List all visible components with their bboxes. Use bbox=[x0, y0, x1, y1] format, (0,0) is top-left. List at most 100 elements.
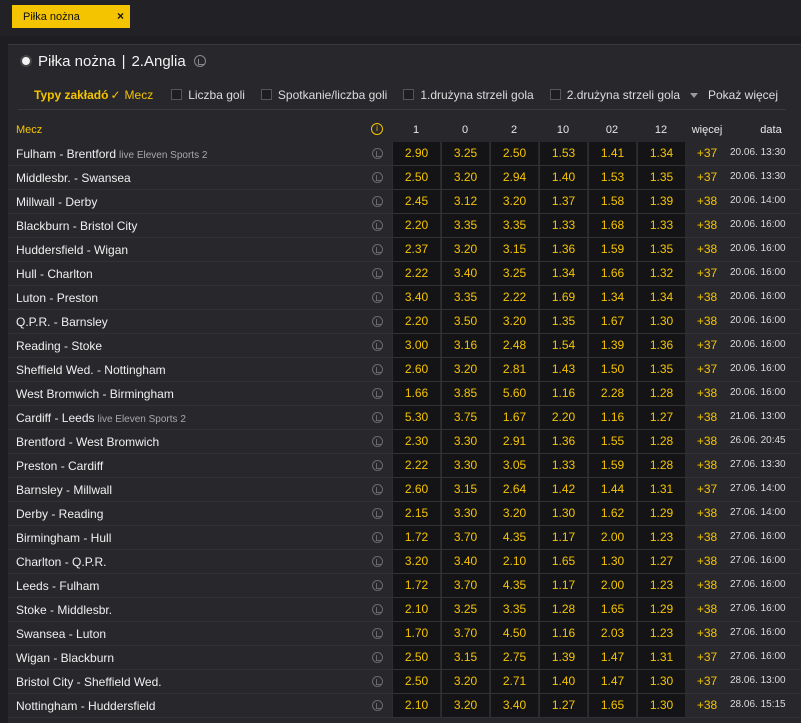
match-name[interactable]: Luton - Preston bbox=[16, 291, 98, 305]
odds-button[interactable]: 3.05 bbox=[490, 454, 538, 477]
match-name-cell[interactable]: Swansea - Luton bbox=[16, 627, 106, 641]
stats-icon[interactable] bbox=[372, 652, 383, 663]
odds-button[interactable]: 1.30 bbox=[637, 670, 685, 693]
stats-icon[interactable] bbox=[372, 508, 383, 519]
odds-button[interactable]: 1.33 bbox=[539, 214, 587, 237]
match-name-cell[interactable]: Cardiff - Leeds live Eleven Sports 2 bbox=[16, 411, 186, 425]
odds-button[interactable]: 1.34 bbox=[637, 286, 685, 309]
stats-icon[interactable] bbox=[372, 556, 383, 567]
odds-button[interactable]: 4.50 bbox=[490, 622, 538, 645]
match-name[interactable]: Brentford - West Bromwich bbox=[16, 435, 159, 449]
odds-button[interactable]: 1.27 bbox=[539, 694, 587, 717]
odds-button[interactable]: 2.64 bbox=[490, 478, 538, 501]
odds-button[interactable]: 1.40 bbox=[539, 166, 587, 189]
odds-button[interactable]: 1.31 bbox=[637, 478, 685, 501]
bet-type-option[interactable]: Liczba goli bbox=[171, 88, 245, 102]
stats-icon[interactable] bbox=[372, 220, 383, 231]
odds-button[interactable]: 3.15 bbox=[490, 238, 538, 261]
odds-button[interactable]: 3.50 bbox=[441, 310, 489, 333]
match-name[interactable]: Stoke - Middlesbr. bbox=[16, 603, 112, 617]
odds-button[interactable]: 2.50 bbox=[392, 646, 440, 669]
odds-button[interactable]: 1.42 bbox=[539, 478, 587, 501]
info-icon[interactable]: i bbox=[371, 123, 383, 135]
odds-button[interactable]: 1.36 bbox=[637, 334, 685, 357]
odds-button[interactable]: 1.17 bbox=[539, 574, 587, 597]
bet-type-option[interactable]: 1.drużyna strzeli gola bbox=[403, 88, 534, 102]
odds-button[interactable]: 3.25 bbox=[490, 262, 538, 285]
stats-icon[interactable] bbox=[372, 484, 383, 495]
odds-button[interactable]: 3.35 bbox=[490, 214, 538, 237]
more-bets-link[interactable]: +37 bbox=[687, 670, 727, 693]
odds-button[interactable]: 3.35 bbox=[441, 214, 489, 237]
match-name[interactable]: Swansea - Luton bbox=[16, 627, 106, 641]
odds-button[interactable]: 1.33 bbox=[637, 214, 685, 237]
match-name[interactable]: Wigan - Blackburn bbox=[16, 651, 114, 665]
odds-button[interactable]: 2.81 bbox=[490, 358, 538, 381]
odds-button[interactable]: 1.72 bbox=[392, 526, 440, 549]
stats-icon[interactable] bbox=[193, 55, 206, 67]
stats-icon[interactable] bbox=[372, 244, 383, 255]
odds-button[interactable]: 3.20 bbox=[490, 502, 538, 525]
stats-icon[interactable] bbox=[372, 412, 383, 423]
match-name-cell[interactable]: Sheffield Wed. - Nottingham bbox=[16, 363, 166, 377]
odds-button[interactable]: 1.47 bbox=[588, 646, 636, 669]
sport-filter-chip[interactable]: Piłka nożna × bbox=[12, 5, 130, 28]
more-bets-link[interactable]: +38 bbox=[687, 430, 727, 453]
more-bets-link[interactable]: +38 bbox=[687, 502, 727, 525]
odds-button[interactable]: 3.35 bbox=[490, 598, 538, 621]
odds-button[interactable]: 1.16 bbox=[588, 406, 636, 429]
more-bets-link[interactable]: +37 bbox=[687, 334, 727, 357]
odds-button[interactable]: 1.54 bbox=[539, 334, 587, 357]
odds-button[interactable]: 1.72 bbox=[392, 574, 440, 597]
match-name[interactable]: Leeds - Fulham bbox=[16, 579, 99, 593]
odds-button[interactable]: 1.53 bbox=[588, 166, 636, 189]
match-name-cell[interactable]: Q.P.R. - Barnsley bbox=[16, 315, 108, 329]
odds-button[interactable]: 2.00 bbox=[588, 574, 636, 597]
odds-button[interactable]: 3.20 bbox=[392, 550, 440, 573]
match-name[interactable]: Sheffield Wed. - Nottingham bbox=[16, 363, 166, 377]
odds-button[interactable]: 1.35 bbox=[637, 166, 685, 189]
stats-icon[interactable] bbox=[372, 316, 383, 327]
match-name[interactable]: Huddersfield - Wigan bbox=[16, 243, 128, 257]
odds-button[interactable]: 1.32 bbox=[637, 262, 685, 285]
match-name[interactable]: Blackburn - Bristol City bbox=[16, 219, 137, 233]
odds-button[interactable]: 3.00 bbox=[392, 334, 440, 357]
match-name-cell[interactable]: Stoke - Middlesbr. bbox=[16, 603, 112, 617]
odds-button[interactable]: 2.94 bbox=[490, 166, 538, 189]
odds-button[interactable]: 3.20 bbox=[441, 238, 489, 261]
match-name-cell[interactable]: Preston - Cardiff bbox=[16, 459, 103, 473]
odds-button[interactable]: 3.70 bbox=[441, 622, 489, 645]
match-name-cell[interactable]: Wigan - Blackburn bbox=[16, 651, 114, 665]
match-name[interactable]: Derby - Reading bbox=[16, 507, 103, 521]
odds-button[interactable]: 3.20 bbox=[490, 310, 538, 333]
odds-button[interactable]: 1.39 bbox=[637, 190, 685, 213]
more-bets-link[interactable]: +38 bbox=[687, 310, 727, 333]
odds-button[interactable]: 2.50 bbox=[392, 670, 440, 693]
stats-icon[interactable] bbox=[372, 340, 383, 351]
odds-button[interactable]: 1.53 bbox=[539, 142, 587, 165]
odds-button[interactable]: 2.20 bbox=[392, 310, 440, 333]
odds-button[interactable]: 4.35 bbox=[490, 526, 538, 549]
stats-icon[interactable] bbox=[372, 148, 383, 159]
odds-button[interactable]: 1.16 bbox=[539, 382, 587, 405]
more-bets-link[interactable]: +38 bbox=[687, 598, 727, 621]
match-name[interactable]: Middlesbr. - Swansea bbox=[16, 171, 131, 185]
match-name[interactable]: Barnsley - Millwall bbox=[16, 483, 112, 497]
bet-type-option[interactable]: Spotkanie/liczba goli bbox=[260, 88, 387, 102]
more-bets-link[interactable]: +38 bbox=[687, 238, 727, 261]
match-name-cell[interactable]: Hull - Charlton bbox=[16, 267, 93, 281]
odds-button[interactable]: 1.34 bbox=[588, 286, 636, 309]
odds-button[interactable]: 1.28 bbox=[637, 382, 685, 405]
stats-icon[interactable] bbox=[372, 628, 383, 639]
stats-icon[interactable] bbox=[372, 292, 383, 303]
stats-icon[interactable] bbox=[372, 676, 383, 687]
bet-type-mecz[interactable]: Mecz bbox=[125, 88, 154, 102]
match-name-cell[interactable]: Brentford - West Bromwich bbox=[16, 435, 159, 449]
odds-button[interactable]: 3.20 bbox=[441, 670, 489, 693]
more-bets-link[interactable]: +38 bbox=[687, 694, 727, 717]
odds-button[interactable]: 3.30 bbox=[441, 502, 489, 525]
match-name[interactable]: Q.P.R. - Barnsley bbox=[16, 315, 108, 329]
match-name[interactable]: Reading - Stoke bbox=[16, 339, 102, 353]
odds-button[interactable]: 1.28 bbox=[539, 598, 587, 621]
odds-button[interactable]: 1.35 bbox=[637, 358, 685, 381]
